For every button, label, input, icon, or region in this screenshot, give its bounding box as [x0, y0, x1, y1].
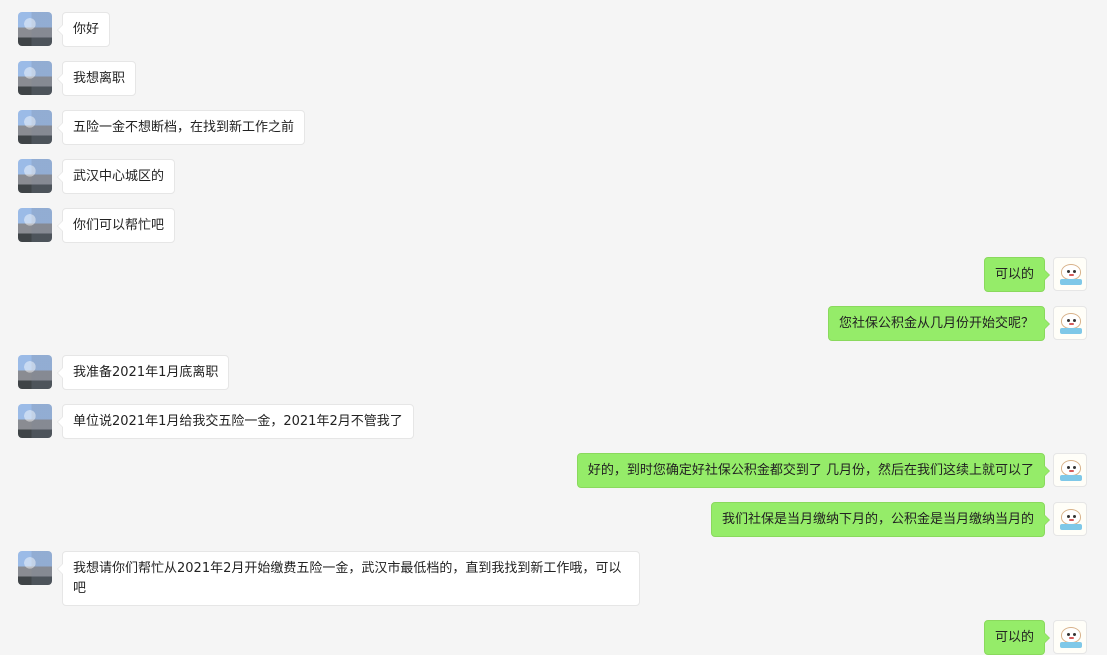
user-avatar[interactable]: [18, 61, 52, 95]
message-bubble[interactable]: 武汉中心城区的: [56, 159, 176, 194]
message-bubble[interactable]: 我想离职: [56, 61, 137, 96]
user-avatar[interactable]: [18, 110, 52, 144]
message-bubble[interactable]: 五险一金不想断档，在找到新工作之前: [56, 110, 306, 145]
agent-avatar[interactable]: [1053, 502, 1087, 536]
agent-avatar[interactable]: [1053, 257, 1087, 291]
agent-base-icon: [1060, 475, 1082, 481]
agent-avatar[interactable]: [1053, 453, 1087, 487]
agent-face-icon: [1061, 264, 1081, 280]
user-avatar[interactable]: [18, 404, 52, 438]
agent-base-icon: [1060, 328, 1082, 334]
user-avatar[interactable]: [18, 551, 52, 585]
message-bubble[interactable]: 你好: [56, 12, 111, 47]
user-avatar[interactable]: [18, 12, 52, 46]
message-bubble[interactable]: 可以的: [983, 620, 1051, 655]
chat-thread: 你好 我想离职 五险一金不想断档，在找到新工作之前 武汉中心城区的 你们可以帮忙…: [0, 0, 1107, 655]
agent-face-icon: [1061, 627, 1081, 643]
user-avatar[interactable]: [18, 355, 52, 389]
agent-avatar[interactable]: [1053, 620, 1087, 654]
message-bubble[interactable]: 你们可以帮忙吧: [56, 208, 176, 243]
user-avatar[interactable]: [18, 159, 52, 193]
message-bubble[interactable]: 可以的: [983, 257, 1051, 292]
agent-face-icon: [1061, 313, 1081, 329]
message-bubble[interactable]: 我想请你们帮忙从2021年2月开始缴费五险一金，武汉市最低档的，直到我找到新工作…: [57, 551, 640, 606]
agent-base-icon: [1060, 279, 1082, 285]
user-avatar[interactable]: [18, 208, 52, 242]
message-bubble[interactable]: 我们社保是当月缴纳下月的，公积金是当月缴纳当月的: [710, 502, 1051, 537]
agent-face-icon: [1061, 460, 1081, 476]
message-bubble[interactable]: 单位说2021年1月给我交五险一金，2021年2月不管我了: [57, 404, 414, 439]
agent-face-icon: [1061, 509, 1081, 525]
agent-avatar[interactable]: [1053, 306, 1087, 340]
message-bubble[interactable]: 好的，到时您确定好社保公积金都交到了 几月份，然后在我们这续上就可以了: [576, 453, 1051, 488]
message-bubble[interactable]: 我准备2021年1月底离职: [56, 355, 230, 390]
message-bubble[interactable]: 您社保公积金从几月份开始交呢？: [827, 306, 1051, 341]
agent-base-icon: [1060, 524, 1082, 530]
